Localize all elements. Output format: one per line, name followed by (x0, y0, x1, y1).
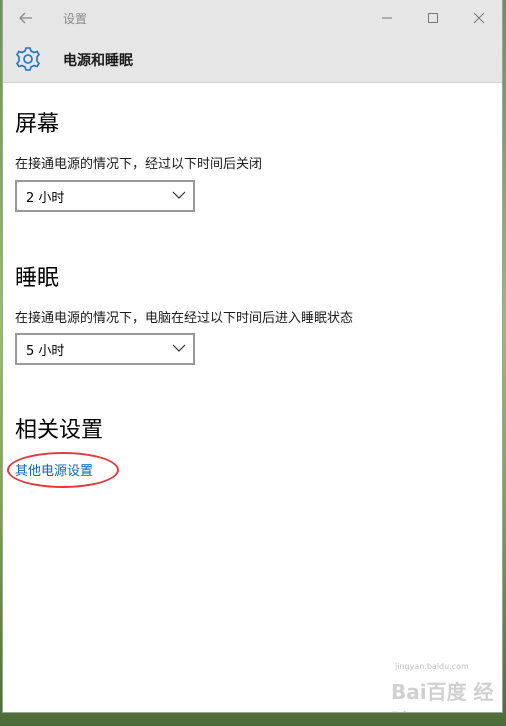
window-title: 设置 (63, 12, 88, 26)
watermark-logo: Bai百度 经验 (391, 680, 494, 712)
maximize-icon (428, 13, 438, 23)
minimize-button[interactable] (364, 0, 410, 36)
settings-window: 设置 电源和睡眠 屏幕 在接通电源的情况下，经过以下时间后关闭 2 小时 睡眠 … (3, 0, 502, 712)
back-arrow-icon (19, 12, 32, 24)
screen-timeout-value: 2 小时 (26, 191, 65, 206)
chevron-down-icon (172, 191, 186, 199)
screen-timeout-dropdown[interactable]: 2 小时 (15, 180, 195, 212)
title-bar: 设置 (3, 0, 502, 36)
sleep-description: 在接通电源的情况下，电脑在经过以下时间后进入睡眠状态 (15, 311, 354, 326)
sleep-section-title: 睡眠 (15, 266, 60, 291)
sleep-timeout-value: 5 小时 (26, 344, 65, 359)
screen-description: 在接通电源的情况下，经过以下时间后关闭 (15, 157, 263, 172)
back-button[interactable] (3, 0, 49, 36)
watermark-url: jingyan.baidu.com (395, 662, 469, 671)
maximize-button[interactable] (410, 0, 456, 36)
related-settings-title: 相关设置 (15, 418, 104, 443)
page-title: 电源和睡眠 (63, 53, 133, 69)
minimize-icon (382, 17, 392, 19)
close-icon (473, 12, 485, 24)
annotation-circle (7, 452, 119, 488)
sleep-timeout-dropdown[interactable]: 5 小时 (15, 333, 195, 365)
close-button[interactable] (456, 0, 502, 36)
chevron-down-icon (172, 344, 186, 352)
screen-section-title: 屏幕 (15, 112, 60, 137)
gear-icon (16, 47, 40, 71)
